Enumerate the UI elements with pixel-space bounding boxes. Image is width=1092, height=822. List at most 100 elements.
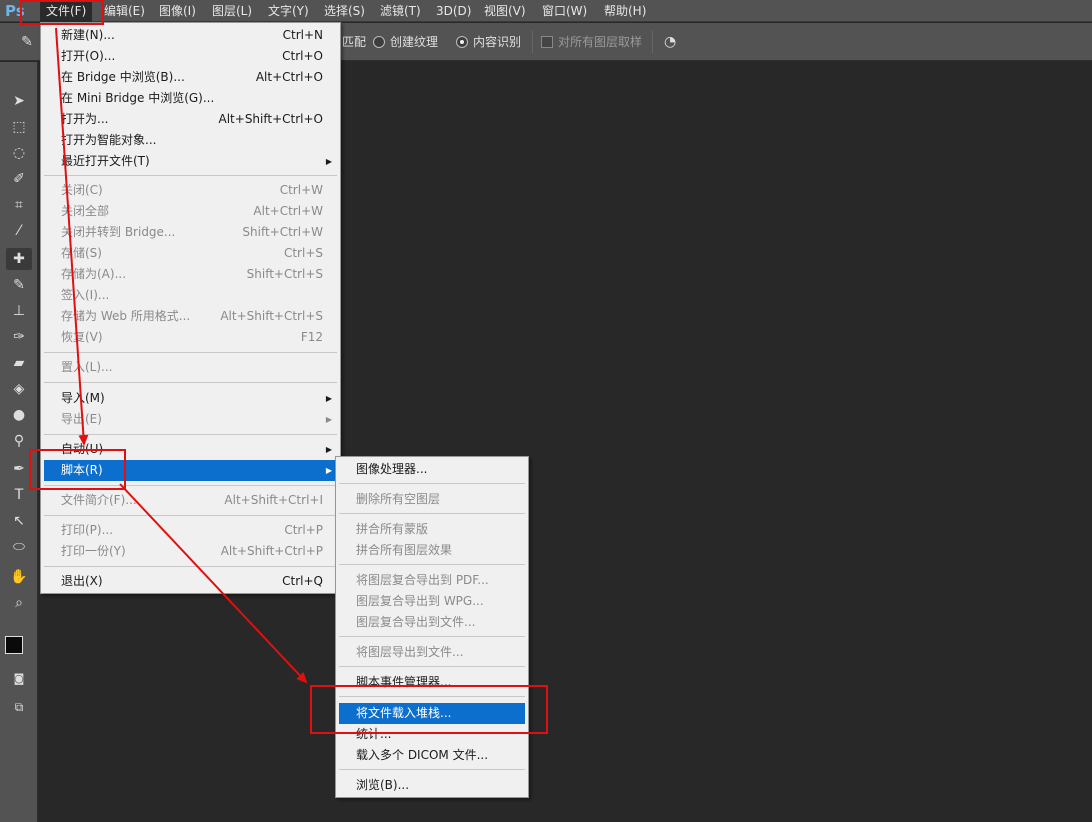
menu-item-label: 签入(I)... xyxy=(61,288,110,302)
menu-item-shortcut: Ctrl+S xyxy=(283,246,323,260)
move-tool-icon[interactable]: ➤ xyxy=(6,90,32,112)
menu-item-print[interactable]: 打印(P)... Ctrl+P xyxy=(44,520,337,541)
eyedropper-tool-icon[interactable]: ⁄ xyxy=(6,220,32,242)
menu-item-delete-empty-layers[interactable]: 删除所有空图层 xyxy=(339,489,525,510)
menu-edit[interactable]: 编辑(E) xyxy=(98,0,151,22)
path-select-icon[interactable]: ↖ xyxy=(6,510,32,532)
file-menu: 新建(N)... Ctrl+N 打开(O)... Ctrl+O 在 Bridge 中… xyxy=(40,22,341,594)
menu-item-layers-to-files[interactable]: 将图层导出到文件... xyxy=(339,642,525,663)
pressure-brush-icon[interactable]: ◔ xyxy=(664,34,676,50)
menu-item-image-processor[interactable]: 图像处理器... xyxy=(339,459,525,480)
menu-item-save[interactable]: 存储(S) Ctrl+S xyxy=(44,243,337,264)
sample-all-layers-checkbox[interactable] xyxy=(541,36,553,48)
menu-item-label: 存储(S) xyxy=(61,246,102,260)
menu-3d[interactable]: 3D(D) xyxy=(430,0,477,22)
menu-item-exit[interactable]: 退出(X) Ctrl+Q xyxy=(44,571,337,592)
lasso-tool-icon[interactable]: ◌ xyxy=(6,142,32,164)
annotation-box-scripts xyxy=(29,449,126,490)
menu-image[interactable]: 图像(I) xyxy=(153,0,202,22)
menu-item-shortcut: Alt+Shift+Ctrl+S xyxy=(220,309,323,323)
menu-item-flatten-masks[interactable]: 拼合所有蒙版 xyxy=(339,519,525,540)
menu-view[interactable]: 视图(V) xyxy=(478,0,532,22)
menu-item-close-all[interactable]: 关闭全部 Alt+Ctrl+W xyxy=(44,201,337,222)
menu-item-label: 浏览(B)... xyxy=(356,778,410,792)
menu-item-browse-mini-bridge[interactable]: 在 Mini Bridge 中浏览(G)... xyxy=(44,88,337,109)
menu-item-open-as[interactable]: 打开为... Alt+Shift+Ctrl+O xyxy=(44,109,337,130)
menu-item-export[interactable]: 导出(E) ▶ xyxy=(44,409,337,430)
crop-tool-icon[interactable]: ⌗ xyxy=(6,194,32,216)
stamp-tool-icon[interactable]: ⊥ xyxy=(6,300,32,322)
menu-item-import[interactable]: 导入(M) ▶ xyxy=(44,388,337,409)
menu-separator xyxy=(339,513,525,514)
content-aware-radio[interactable] xyxy=(456,36,468,48)
menu-select[interactable]: 选择(S) xyxy=(318,0,371,22)
separator xyxy=(652,31,653,53)
menu-item-browse-bridge[interactable]: 在 Bridge 中浏览(B)... Alt+Ctrl+O xyxy=(44,67,337,88)
menu-item-label: 导出(E) xyxy=(61,412,102,426)
menu-item-place[interactable]: 置入(L)... xyxy=(44,357,337,378)
screen-mode-icon[interactable]: ⧉ xyxy=(6,696,32,718)
menu-item-revert[interactable]: 恢复(V) F12 xyxy=(44,327,337,348)
scripts-submenu: 图像处理器... 删除所有空图层 拼合所有蒙版 拼合所有图层效果 将图层复合导出… xyxy=(335,456,529,798)
foreground-color-swatch[interactable] xyxy=(5,636,23,654)
submenu-arrow-icon: ▶ xyxy=(325,466,332,475)
eraser-tool-icon[interactable]: ▰ xyxy=(6,352,32,374)
paint-bucket-icon[interactable]: ◈ xyxy=(6,378,32,400)
content-aware-label: 内容识别 xyxy=(473,35,522,49)
content-aware-option[interactable]: 内容识别 xyxy=(456,34,521,50)
menu-separator xyxy=(339,636,525,637)
create-texture-radio[interactable] xyxy=(373,36,385,48)
menu-item-comps-to-wpg[interactable]: 图层复合导出到 WPG... xyxy=(339,591,525,612)
menu-item-save-for-web[interactable]: 存储为 Web 所用格式... Alt+Shift+Ctrl+S xyxy=(44,306,337,327)
hand-tool-icon[interactable]: ✋ xyxy=(6,566,32,588)
menu-item-new[interactable]: 新建(N)... Ctrl+N xyxy=(44,25,337,46)
spot-healing-brush-icon[interactable]: ✎ xyxy=(14,31,40,53)
menu-item-label: 载入多个 DICOM 文件... xyxy=(356,748,489,762)
menu-item-comps-to-pdf[interactable]: 将图层复合导出到 PDF... xyxy=(339,570,525,591)
history-brush-icon[interactable]: ✑ xyxy=(6,326,32,348)
menu-item-flatten-effects[interactable]: 拼合所有图层效果 xyxy=(339,540,525,561)
menu-item-recent-files[interactable]: 最近打开文件(T) ▶ xyxy=(44,151,337,172)
zoom-tool-icon[interactable]: ⌕ xyxy=(6,592,32,614)
submenu-arrow-icon: ▶ xyxy=(325,157,332,166)
menu-item-print-one[interactable]: 打印一份(Y) Alt+Shift+Ctrl+P xyxy=(44,541,337,562)
menu-item-shortcut: Ctrl+O xyxy=(282,49,323,63)
menu-item-close-go-bridge[interactable]: 关闭并转到 Bridge... Shift+Ctrl+W xyxy=(44,222,337,243)
menu-separator xyxy=(339,483,525,484)
menu-item-check-in[interactable]: 签入(I)... xyxy=(44,285,337,306)
menu-item-shortcut: Alt+Shift+Ctrl+O xyxy=(218,112,323,126)
menu-item-open-smart-object[interactable]: 打开为智能对象... xyxy=(44,130,337,151)
menu-item-file-info[interactable]: 文件简介(F)... Alt+Shift+Ctrl+I xyxy=(44,490,337,511)
menu-type[interactable]: 文字(Y) xyxy=(262,0,315,22)
ellipse-tool-icon[interactable]: ⬭ xyxy=(6,536,32,558)
quick-mask-icon[interactable]: ◙ xyxy=(6,668,32,690)
menu-item-label: 关闭全部 xyxy=(61,204,110,218)
menu-item-label: 关闭(C) xyxy=(61,183,103,197)
menu-item-browse[interactable]: 浏览(B)... xyxy=(339,775,525,796)
menu-item-open[interactable]: 打开(O)... Ctrl+O xyxy=(44,46,337,67)
quick-select-tool-icon[interactable]: ✐ xyxy=(6,168,32,190)
menu-item-label: 最近打开文件(T) xyxy=(61,154,150,168)
blur-tool-icon[interactable]: ● xyxy=(6,404,32,426)
menu-item-label: 恢复(V) xyxy=(61,330,103,344)
menu-help[interactable]: 帮助(H) xyxy=(598,0,652,22)
menu-separator xyxy=(339,564,525,565)
menu-item-label: 导入(M) xyxy=(61,391,105,405)
brush-tool-icon[interactable]: ✎ xyxy=(6,274,32,296)
menu-item-close[interactable]: 关闭(C) Ctrl+W xyxy=(44,180,337,201)
menu-window[interactable]: 窗口(W) xyxy=(536,0,593,22)
menu-item-label: 将图层导出到文件... xyxy=(356,645,464,659)
menu-item-comps-to-files[interactable]: 图层复合导出到文件... xyxy=(339,612,525,633)
healing-brush-tool-icon[interactable]: ✚ xyxy=(6,248,32,270)
menu-item-shortcut: Ctrl+W xyxy=(279,183,323,197)
menu-item-save-as[interactable]: 存储为(A)... Shift+Ctrl+S xyxy=(44,264,337,285)
menu-filter[interactable]: 滤镜(T) xyxy=(374,0,427,22)
menu-bar: Ps 文件(F) 编辑(E) 图像(I) 图层(L) 文字(Y) 选择(S) 滤… xyxy=(0,0,1092,22)
menu-item-load-dicom[interactable]: 载入多个 DICOM 文件... xyxy=(339,745,525,766)
menu-separator xyxy=(44,175,337,176)
create-texture-label: 创建纹理 xyxy=(390,35,439,49)
marquee-tool-icon[interactable]: ⬚ xyxy=(6,116,32,138)
create-texture-option[interactable]: 创建纹理 xyxy=(373,34,438,50)
sample-all-layers-option[interactable]: 对所有图层取样 xyxy=(541,34,642,50)
menu-layer[interactable]: 图层(L) xyxy=(206,0,258,22)
